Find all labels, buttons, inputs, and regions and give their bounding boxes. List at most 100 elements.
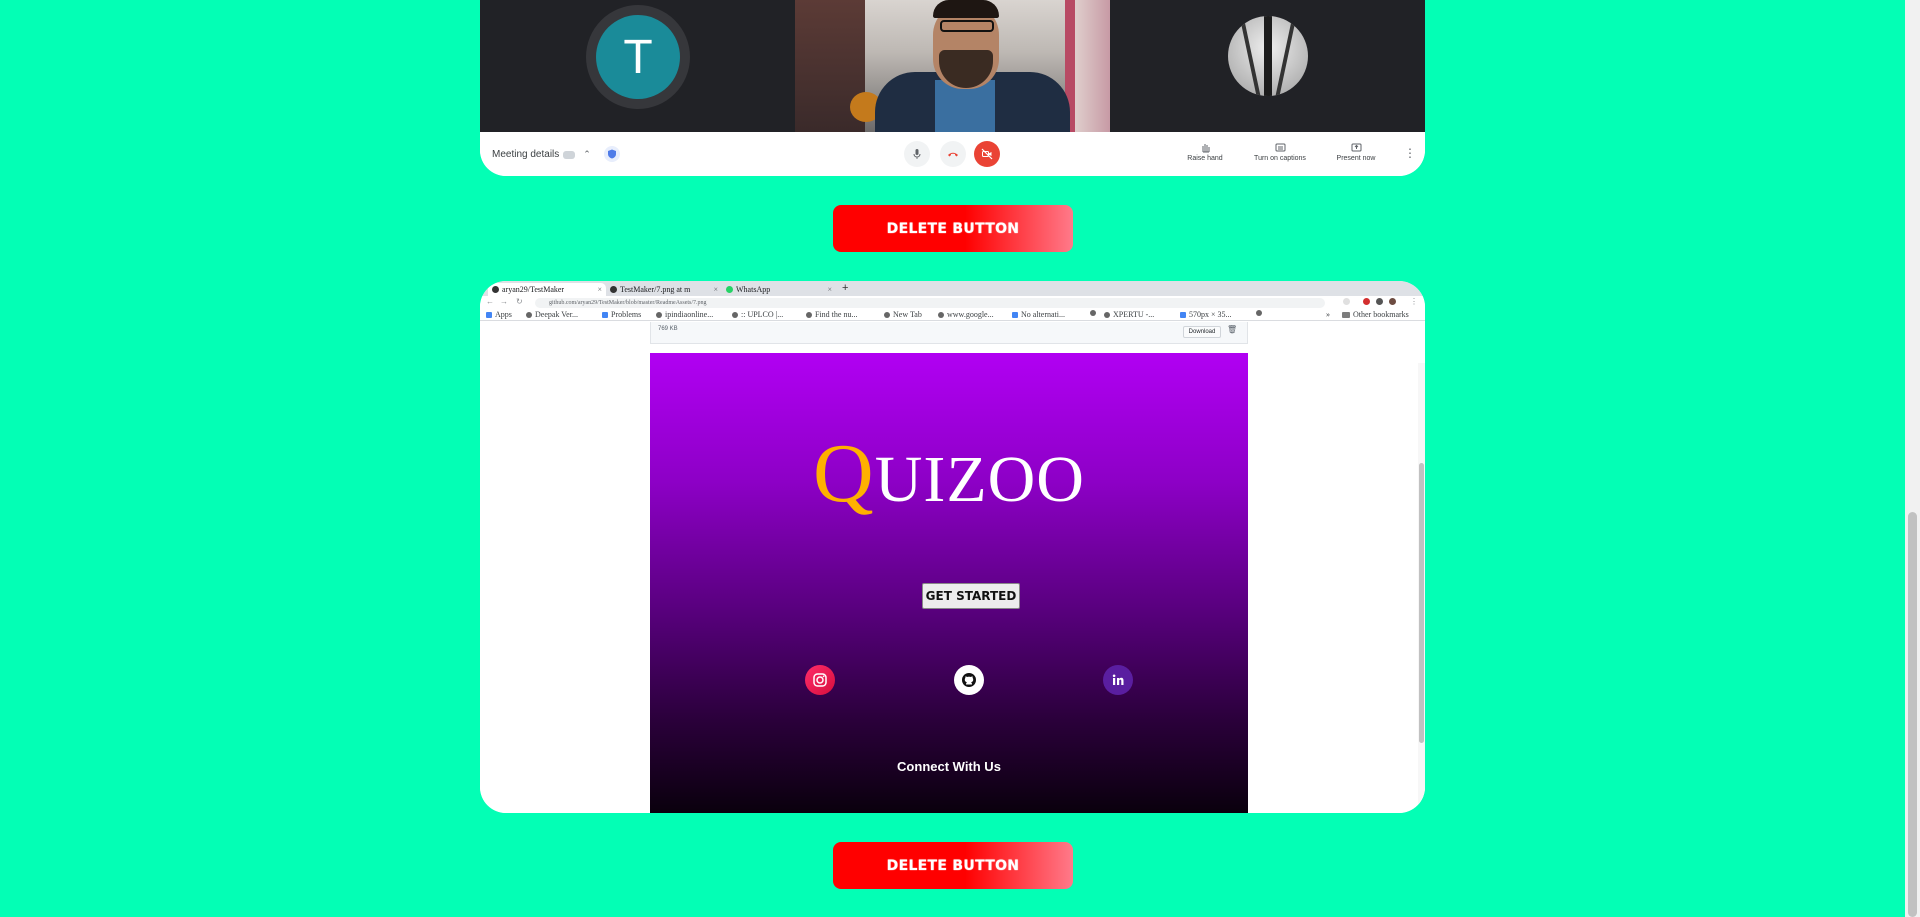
instagram-icon[interactable]: [805, 665, 835, 695]
bookmark-item[interactable]: 570px × 35...: [1180, 310, 1232, 319]
browser-menu-icon[interactable]: ⋮: [1410, 297, 1418, 306]
meeting-details-label: Meeting details: [492, 149, 560, 160]
url-field[interactable]: github.com/aryan29/TestMaker/blob/master…: [535, 298, 1325, 308]
bookmark-icon: [656, 311, 662, 318]
bookmark-item[interactable]: [1090, 310, 1096, 316]
bookmark-icon: [1180, 311, 1186, 318]
page-scrollbar-thumb[interactable]: [1908, 512, 1917, 917]
connect-with-us-text: Connect With Us: [897, 759, 1001, 774]
extension-icon[interactable]: [1363, 298, 1370, 305]
browser-tab-strip: aryan29/TestMaker × TestMaker/7.png at m…: [480, 281, 1425, 296]
google-icon: [938, 311, 944, 318]
tab-label: WhatsApp: [736, 285, 771, 294]
bookmark-icon: [526, 311, 532, 318]
meeting-details-toggle[interactable]: Meeting details ⌃: [492, 149, 591, 160]
file-size: 769 KB: [658, 326, 678, 332]
bookmarks-bar: Apps Deepak Ver... Problems ipindiaonlin…: [480, 309, 1425, 321]
profile-avatar[interactable]: [1389, 298, 1396, 305]
raise-hand-label: Raise hand: [1187, 155, 1223, 162]
apps-icon: [486, 311, 492, 318]
microphone-icon: [913, 149, 921, 159]
close-icon[interactable]: ×: [597, 285, 602, 294]
bookmark-item[interactable]: [1256, 310, 1262, 316]
bookmark-icon: [884, 311, 890, 318]
delete-button[interactable]: DELETE BUTTON: [833, 205, 1073, 252]
close-icon[interactable]: ×: [713, 285, 718, 294]
browser-tab[interactable]: WhatsApp ×: [722, 283, 836, 296]
quizoo-logo: QUIZOO: [813, 427, 1085, 520]
google-icon: [1256, 310, 1262, 316]
present-icon: [1351, 143, 1361, 152]
browser-viewport: 769 KB Download 🗑 QUIZOO GET STARTED Con…: [480, 322, 1425, 813]
bookmark-item[interactable]: ipindiaonline...: [656, 310, 713, 319]
camera-off-icon: [981, 148, 993, 160]
github-icon: [610, 286, 617, 293]
close-icon[interactable]: ×: [827, 285, 832, 294]
other-bookmarks[interactable]: Other bookmarks: [1342, 310, 1409, 319]
bookmark-item[interactable]: Deepak Ver...: [526, 310, 578, 319]
browser-address-bar: ← → ↻ github.com/aryan29/TestMaker/blob/…: [480, 296, 1425, 309]
page-scrollbar[interactable]: [1905, 0, 1920, 917]
new-tab-icon[interactable]: +: [842, 282, 848, 294]
google-icon: [1104, 311, 1110, 318]
captions-button[interactable]: Turn on captions: [1245, 142, 1315, 162]
bookmark-item[interactable]: Apps: [486, 310, 512, 319]
tab-label: aryan29/TestMaker: [502, 285, 565, 294]
microphone-button[interactable]: [904, 141, 930, 167]
quizoo-preview: QUIZOO GET STARTED Connect With Us: [650, 353, 1248, 813]
participant-initial: T: [596, 15, 680, 99]
present-now-label: Present now: [1336, 155, 1376, 162]
back-icon[interactable]: ←: [486, 297, 494, 306]
present-now-button[interactable]: Present now: [1328, 142, 1384, 162]
file-header: 769 KB Download 🗑: [650, 322, 1248, 344]
bookmark-icon: [732, 311, 738, 318]
shield-icon[interactable]: [604, 146, 620, 162]
participant-avatar: T: [586, 5, 690, 109]
forward-icon[interactable]: →: [500, 297, 508, 306]
puzzle-icon[interactable]: [1376, 298, 1383, 305]
bookmark-icon: [806, 311, 812, 318]
browser-scrollbar[interactable]: [1418, 363, 1425, 813]
captions-label: Turn on captions: [1254, 155, 1306, 162]
bookmark-icon: [602, 311, 608, 318]
bookmark-item[interactable]: New Tab: [884, 310, 922, 319]
bookmark-item[interactable]: www.google...: [938, 310, 994, 319]
camera-off-button[interactable]: [974, 141, 1000, 167]
whatsapp-icon: [726, 286, 733, 293]
meeting-screenshot-card: T Meeting details ⌃ Raise hand Turn on c…: [480, 0, 1425, 176]
raise-hand-button[interactable]: Raise hand: [1180, 142, 1230, 162]
meeting-video-grid: T: [480, 0, 1425, 132]
captions-icon: [1275, 143, 1285, 152]
star-icon[interactable]: [1343, 298, 1350, 305]
more-options-icon[interactable]: ⋮: [1404, 146, 1416, 160]
bookmark-item[interactable]: Find the nu...: [806, 310, 857, 319]
folder-icon: [1342, 311, 1350, 318]
meeting-control-bar: Meeting details ⌃ Raise hand Turn on cap…: [480, 132, 1425, 176]
bookmark-item[interactable]: Problems: [602, 310, 641, 319]
phone-hangup-icon: [948, 152, 958, 157]
participant-logo-avatar: [1228, 16, 1308, 96]
hand-icon: [1202, 144, 1209, 153]
tab-label: TestMaker/7.png at m: [620, 285, 691, 294]
reload-icon[interactable]: ↻: [516, 297, 523, 306]
participant-video: [795, 0, 1110, 132]
bookmark-item[interactable]: No alternati...: [1012, 310, 1065, 319]
linkedin-icon[interactable]: [1103, 665, 1133, 695]
participants-badge-icon: [563, 150, 576, 159]
download-button[interactable]: Download: [1183, 326, 1221, 338]
github-icon[interactable]: [954, 665, 984, 695]
bookmark-item[interactable]: XPERTU -...: [1104, 310, 1154, 319]
browser-screenshot-card: aryan29/TestMaker × TestMaker/7.png at m…: [480, 281, 1425, 813]
browser-tab[interactable]: aryan29/TestMaker ×: [488, 283, 606, 296]
linkedin-icon: [1012, 311, 1018, 318]
chevron-up-icon: ⌃: [583, 149, 591, 159]
bookmark-icon: [1090, 310, 1096, 316]
bookmark-item[interactable]: :: UPLCO |...: [732, 310, 783, 319]
hang-up-button[interactable]: [940, 141, 966, 167]
delete-button[interactable]: DELETE BUTTON: [833, 842, 1073, 889]
trash-icon[interactable]: 🗑: [1227, 325, 1237, 334]
github-icon: [492, 286, 499, 293]
browser-tab[interactable]: TestMaker/7.png at m ×: [606, 283, 722, 296]
more-bookmarks-icon[interactable]: »: [1326, 310, 1330, 319]
get-started-button[interactable]: GET STARTED: [922, 583, 1020, 609]
